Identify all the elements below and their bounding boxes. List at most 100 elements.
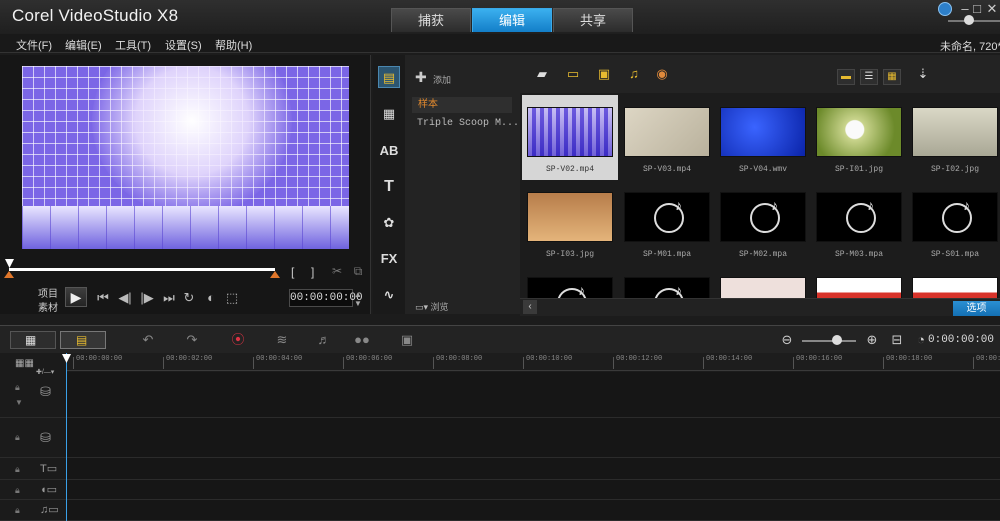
auto-music-icon[interactable]: ♬: [312, 331, 336, 349]
repeat-icon[interactable]: ↻: [181, 290, 197, 306]
zoom-out-icon[interactable]: ⊖: [775, 331, 799, 349]
video-track[interactable]: [66, 372, 1000, 418]
menu-settings[interactable]: 设置(S): [165, 37, 202, 53]
browse-button[interactable]: ▭▾ 浏览: [415, 300, 449, 313]
storyboard-view-button[interactable]: ▦: [10, 331, 56, 349]
redo-icon[interactable]: ↷: [180, 331, 204, 349]
media-thumbnail[interactable]: SP-M01.mpa: [619, 180, 715, 265]
menu-help[interactable]: 帮助(H): [215, 37, 252, 53]
lock-icon[interactable]: 🔒︎: [15, 505, 20, 516]
media-thumbnail[interactable]: [619, 265, 715, 298]
lock-icon[interactable]: 🔒︎: [15, 432, 20, 443]
globe-icon[interactable]: [938, 2, 952, 16]
undo-icon[interactable]: ↶: [136, 331, 160, 349]
media-thumbnail[interactable]: SP-I03.jpg: [522, 180, 618, 265]
media-thumbnail[interactable]: SP-I01.jpg: [811, 95, 907, 180]
online-content-icon[interactable]: ◉: [651, 65, 673, 83]
graphic-icon[interactable]: ✿: [378, 212, 400, 234]
record-capture-icon[interactable]: ⦿: [226, 331, 250, 349]
folder-item-sample[interactable]: 样本: [412, 97, 512, 113]
preview-timecode[interactable]: 00:00:00:00: [289, 289, 363, 307]
close-button[interactable]: ✕: [985, 2, 999, 16]
lock-icon[interactable]: 🔒︎: [15, 464, 20, 475]
tab-share[interactable]: 共享: [553, 8, 633, 32]
thumbnail-size-knob[interactable]: [964, 15, 974, 25]
scrub-bar[interactable]: [9, 268, 275, 271]
media-thumbnail[interactable]: [715, 265, 811, 298]
lock-icon[interactable]: 🔒︎: [15, 485, 20, 496]
show-videos-icon[interactable]: ▭: [562, 65, 584, 83]
label-project[interactable]: 项目: [38, 285, 58, 300]
timeline-zoom-slider[interactable]: [802, 340, 856, 342]
track-manager-icon[interactable]: ▦▦: [15, 358, 34, 369]
sound-mixer-icon[interactable]: ≋: [270, 331, 294, 349]
zoom-in-icon[interactable]: ⊕: [860, 331, 884, 349]
trim-end-marker[interactable]: [270, 271, 280, 278]
maximize-button[interactable]: □: [970, 2, 984, 16]
collapse-icon[interactable]: ▼: [15, 398, 23, 407]
media-thumbnail[interactable]: SP-V02.mp4: [522, 95, 618, 180]
media-thumbnail[interactable]: [811, 265, 907, 298]
view-thumbnail-icon[interactable]: ▬: [837, 69, 855, 85]
timeline-timecode[interactable]: 0:00:00:00: [928, 332, 1000, 348]
media-thumbnail[interactable]: SP-V03.mp4: [619, 95, 715, 180]
timeline-playhead[interactable]: [66, 353, 67, 521]
home-icon[interactable]: ⏮: [95, 290, 111, 306]
add-folder-label[interactable]: 添加: [433, 73, 451, 86]
preview-video[interactable]: [22, 66, 349, 249]
transition-icon[interactable]: AB: [378, 140, 400, 162]
sort-icon[interactable]: ⇣: [912, 65, 934, 83]
tab-capture[interactable]: 捕获: [391, 8, 471, 32]
path-icon[interactable]: ∿: [378, 284, 400, 306]
mark-in-button[interactable]: [: [291, 265, 294, 279]
title-icon[interactable]: T: [378, 176, 400, 198]
overlay-track[interactable]: [66, 418, 1000, 458]
show-audio-icon[interactable]: ♫: [623, 65, 645, 83]
media-thumbnail[interactable]: [907, 265, 1000, 298]
menu-file[interactable]: 文件(F): [16, 37, 52, 53]
volume-icon[interactable]: ◐: [203, 290, 219, 305]
media-thumbnail[interactable]: SP-M03.mpa: [811, 180, 907, 265]
timecode-stepper-icon[interactable]: ▲ ▼: [354, 290, 362, 308]
motion-tracking-icon[interactable]: ●●: [350, 331, 374, 349]
lock-icon[interactable]: 🔒︎: [15, 382, 20, 393]
add-folder-icon[interactable]: ✚: [415, 69, 427, 86]
mark-out-button[interactable]: ]: [311, 265, 314, 279]
library-scrollbar[interactable]: [520, 298, 1000, 316]
instant-project-icon[interactable]: ▦: [378, 103, 400, 125]
enlarge-preview-icon[interactable]: ⧉: [351, 264, 365, 278]
media-thumbnail[interactable]: SP-I02.jpg: [907, 95, 1000, 180]
media-icon[interactable]: ▤: [378, 66, 400, 88]
menu-edit[interactable]: 编辑(E): [65, 37, 102, 53]
filter-icon[interactable]: FX: [378, 248, 400, 270]
play-button[interactable]: ▶: [65, 287, 87, 307]
scroll-left-icon[interactable]: ‹: [523, 300, 537, 314]
media-thumbnail[interactable]: SP-S01.mpa: [907, 180, 1000, 265]
folder-item-triple-scoop[interactable]: Triple Scoop M...: [417, 118, 519, 129]
media-thumbnail[interactable]: [522, 265, 618, 298]
options-button[interactable]: 选项: [953, 301, 1000, 316]
timeline-ruler[interactable]: 00:00:00:00 00:00:02:00 00:00:04:00 00:0…: [66, 353, 1000, 371]
show-photos-icon[interactable]: ▣: [593, 65, 615, 83]
menu-tools[interactable]: 工具(T): [115, 37, 151, 53]
view-grid-icon[interactable]: ▦: [883, 69, 901, 85]
voice-track[interactable]: [66, 480, 1000, 500]
next-frame-icon[interactable]: |▶: [139, 290, 155, 306]
fit-project-icon[interactable]: ⊟: [885, 331, 909, 349]
end-icon[interactable]: ⏭: [161, 290, 177, 306]
change-resolution-icon[interactable]: ⬚: [224, 290, 240, 306]
label-clip[interactable]: 素材: [38, 299, 58, 314]
subtitle-editor-icon[interactable]: ▣: [395, 331, 419, 349]
view-list-icon[interactable]: ☰: [860, 69, 878, 85]
media-thumbnail[interactable]: SP-M02.mpa: [715, 180, 811, 265]
music-track[interactable]: [66, 500, 1000, 521]
previous-frame-icon[interactable]: ◀|: [117, 290, 133, 306]
title-track[interactable]: [66, 458, 1000, 480]
trim-start-marker[interactable]: [4, 271, 14, 278]
timeline-zoom-knob[interactable]: [832, 335, 842, 345]
timeline-view-button[interactable]: ▤: [60, 331, 106, 349]
split-clip-icon[interactable]: ✂: [330, 264, 344, 278]
import-folder-icon[interactable]: ▰: [531, 65, 553, 83]
tab-edit[interactable]: 编辑: [472, 8, 552, 32]
thumbnail-size-slider[interactable]: [948, 20, 1000, 22]
